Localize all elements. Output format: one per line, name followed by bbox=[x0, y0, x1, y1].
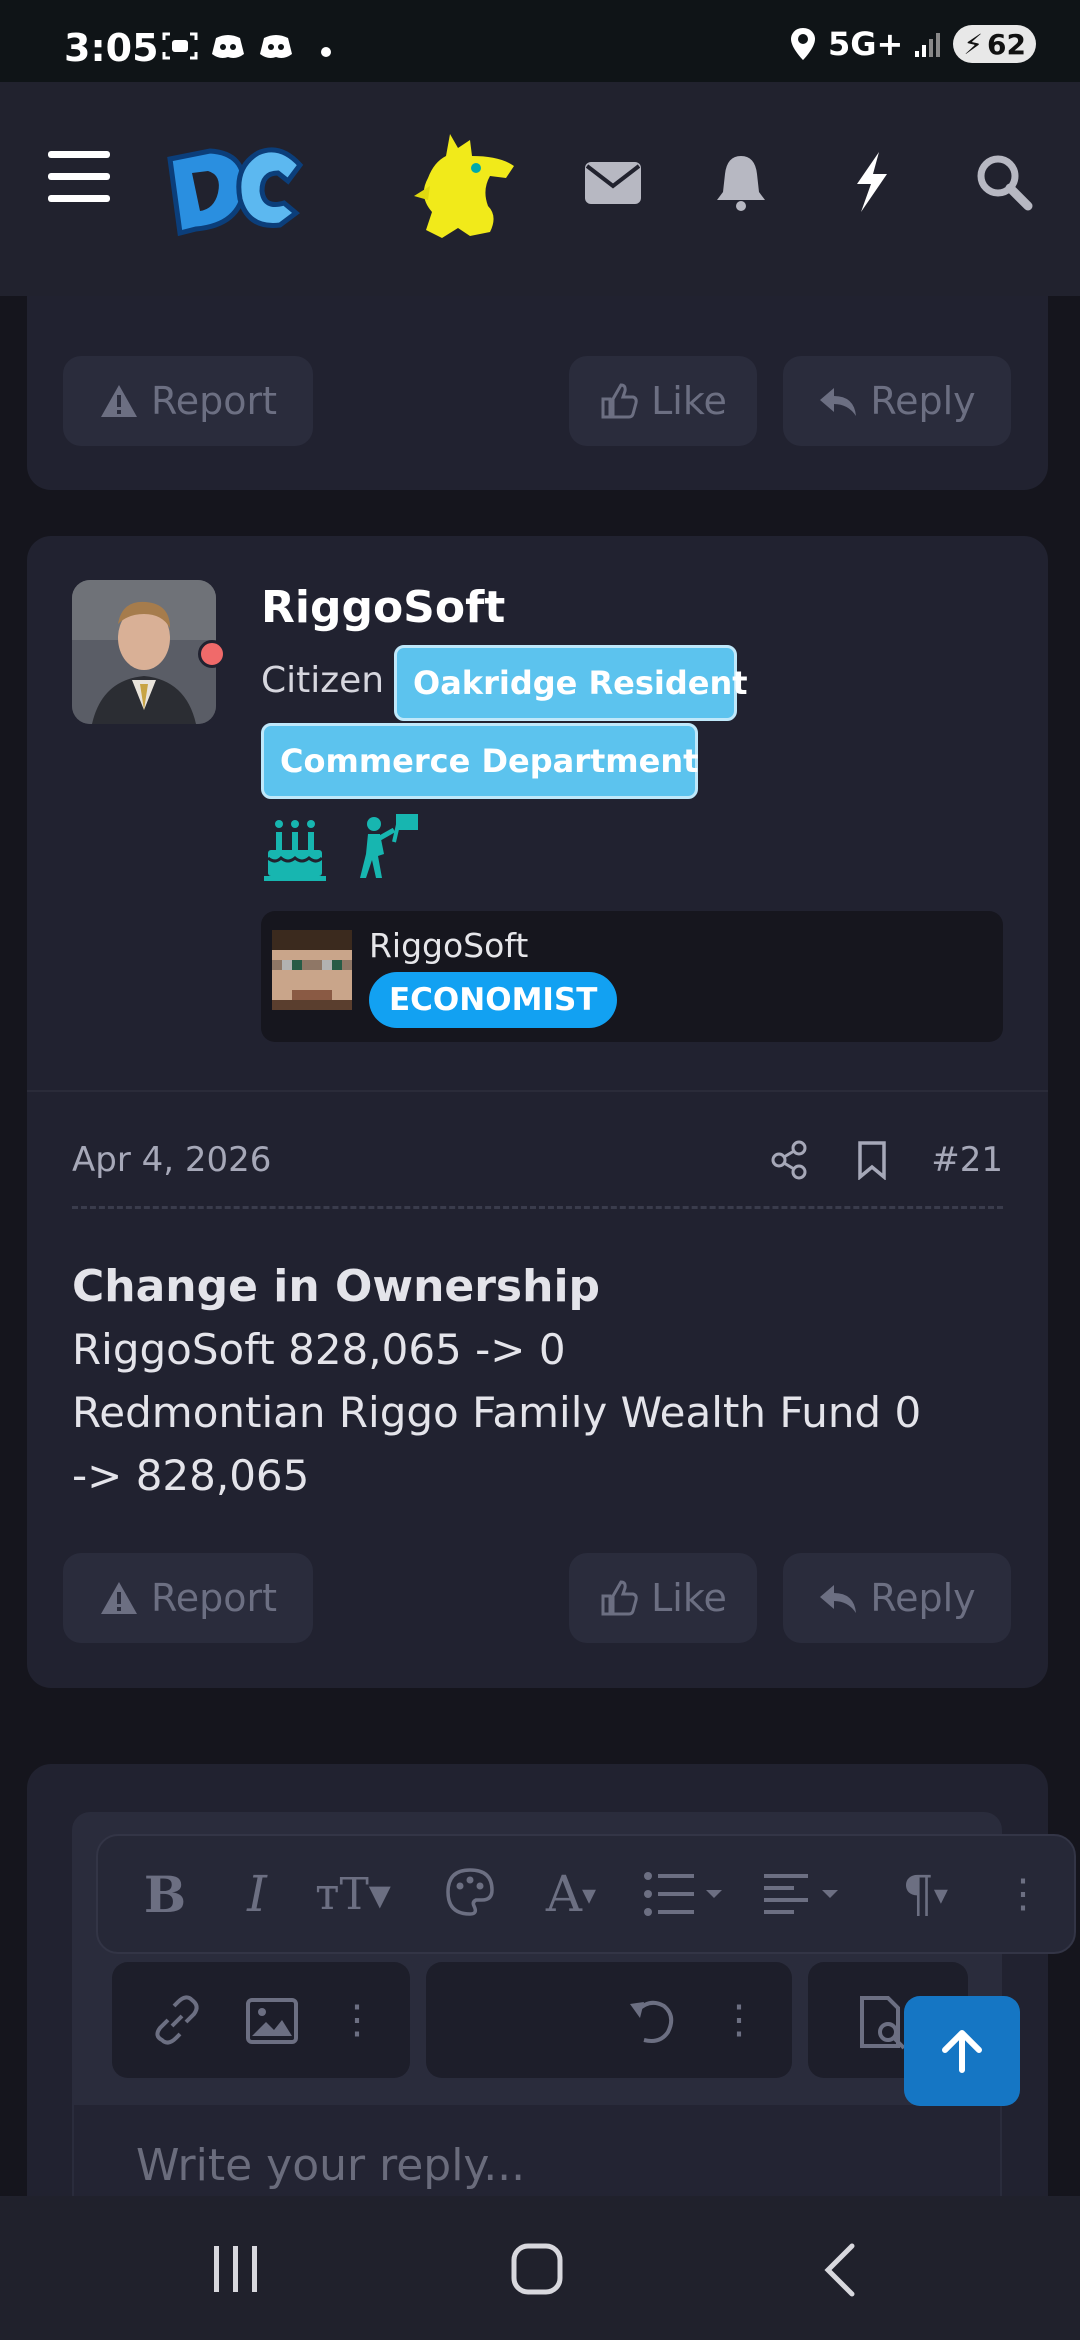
more-vertical-icon[interactable]: ⋮ bbox=[1003, 1866, 1043, 1922]
post-heading: Change in Ownership bbox=[72, 1261, 601, 1312]
reply-label: Reply bbox=[870, 1576, 976, 1620]
search-button[interactable] bbox=[964, 142, 1044, 222]
reply-arrow-icon bbox=[820, 1585, 857, 1613]
palette-icon[interactable] bbox=[444, 1866, 496, 1918]
character-role-badge: ECONOMIST bbox=[369, 972, 618, 1028]
link-icon[interactable] bbox=[150, 1994, 204, 2048]
like-label: Like bbox=[651, 1576, 727, 1620]
warning-icon bbox=[101, 385, 138, 417]
screenshot-icon bbox=[162, 32, 198, 60]
reply-button[interactable]: Reply bbox=[783, 1553, 1011, 1643]
font-color-icon[interactable]: A ▾ bbox=[526, 1865, 616, 1923]
scroll-to-top-button[interactable] bbox=[904, 1996, 1020, 2106]
text-size-icon[interactable]: тT▾ bbox=[305, 1866, 401, 1922]
post-body: Change in Ownership RiggoSoft 828,065 ->… bbox=[72, 1255, 1012, 1507]
report-button[interactable]: Report bbox=[63, 356, 313, 446]
like-button[interactable]: Like bbox=[569, 1553, 757, 1643]
signal-icon bbox=[915, 33, 941, 57]
character-skin-icon bbox=[272, 930, 352, 1010]
notification-dot-icon bbox=[321, 47, 331, 57]
location-icon bbox=[791, 28, 816, 60]
report-label: Report bbox=[151, 379, 277, 423]
user-title: Citizen bbox=[261, 660, 385, 701]
post-line: -> 828,065 bbox=[72, 1451, 310, 1500]
bell-icon bbox=[717, 156, 765, 211]
image-icon[interactable] bbox=[246, 1998, 298, 2044]
thumbs-up-icon bbox=[601, 1580, 638, 1616]
user-banner-commerce: Commerce Department bbox=[261, 723, 698, 799]
avatar-photo bbox=[72, 580, 216, 724]
report-label: Report bbox=[151, 1576, 277, 1620]
reply-button[interactable]: Reply bbox=[783, 356, 1011, 446]
list-icon[interactable] bbox=[642, 1870, 728, 1918]
inbox-button[interactable] bbox=[578, 148, 648, 218]
more-vertical-icon[interactable]: ⋮ bbox=[719, 1992, 759, 2048]
post-line: RiggoSoft 828,065 -> 0 bbox=[72, 1325, 566, 1374]
reply-arrow-icon bbox=[820, 388, 857, 416]
battery-level: 62 bbox=[987, 27, 1026, 61]
recents-icon[interactable] bbox=[210, 2244, 262, 2294]
post-username[interactable]: RiggoSoft bbox=[261, 582, 505, 633]
protester-icon bbox=[360, 814, 418, 878]
undo-icon[interactable] bbox=[624, 1994, 678, 2048]
birthday-cake-icon bbox=[264, 820, 326, 881]
like-button[interactable]: Like bbox=[569, 356, 757, 446]
search-icon bbox=[977, 155, 1033, 211]
reply-placeholder: Write your reply... bbox=[136, 2140, 526, 2191]
back-icon[interactable] bbox=[820, 2242, 860, 2298]
whats-new-button[interactable] bbox=[836, 142, 906, 222]
menu-button[interactable] bbox=[40, 138, 118, 216]
system-nav-bar bbox=[0, 2196, 1080, 2340]
user-avatar[interactable] bbox=[72, 580, 216, 724]
character-name: RiggoSoft bbox=[369, 926, 529, 965]
online-status-dot bbox=[198, 640, 226, 668]
post-line: Redmontian Riggo Family Wealth Fund 0 bbox=[72, 1388, 922, 1437]
alerts-button[interactable] bbox=[706, 144, 776, 220]
share-icon[interactable] bbox=[770, 1140, 808, 1180]
post-date[interactable]: Apr 4, 2026 bbox=[72, 1140, 271, 1180]
app-header bbox=[0, 82, 1080, 296]
post-meta-separator bbox=[72, 1206, 1003, 1209]
site-logo[interactable] bbox=[160, 128, 310, 248]
mascot-button[interactable] bbox=[410, 126, 520, 246]
home-icon[interactable] bbox=[510, 2242, 564, 2296]
arrow-up-icon bbox=[942, 2030, 982, 2073]
bold-icon[interactable]: B bbox=[140, 1865, 190, 1924]
like-label: Like bbox=[651, 379, 727, 423]
more-vertical-icon[interactable]: ⋮ bbox=[337, 1992, 377, 2048]
reply-label: Reply bbox=[870, 379, 976, 423]
status-bar: 3:05 5G+ ⚡ 62 bbox=[0, 0, 1080, 82]
dc-logo bbox=[167, 147, 304, 237]
post-number-link[interactable]: #21 bbox=[931, 1140, 1003, 1180]
warning-icon bbox=[101, 1582, 138, 1614]
discord-icon bbox=[260, 35, 292, 58]
discord-icon bbox=[212, 35, 244, 58]
post-header-divider bbox=[27, 1090, 1048, 1092]
mail-icon bbox=[585, 162, 641, 204]
italic-icon[interactable]: I bbox=[232, 1865, 282, 1923]
menu-icon bbox=[48, 151, 110, 202]
lightning-icon bbox=[857, 152, 887, 212]
battery-indicator: ⚡ 62 bbox=[953, 25, 1036, 63]
user-banner-oakridge: Oakridge Resident bbox=[394, 645, 748, 721]
bookmark-icon[interactable] bbox=[856, 1140, 888, 1180]
report-button[interactable]: Report bbox=[63, 1553, 313, 1643]
dragon-mascot-icon bbox=[414, 134, 514, 238]
network-type: 5G+ bbox=[828, 25, 904, 63]
thumbs-up-icon bbox=[601, 383, 638, 419]
battery-leaf-icon: ⚡ bbox=[963, 27, 984, 61]
status-time: 3:05 bbox=[64, 26, 159, 70]
paragraph-icon[interactable]: ¶ ▾ bbox=[880, 1865, 970, 1923]
align-icon[interactable] bbox=[762, 1870, 848, 1918]
